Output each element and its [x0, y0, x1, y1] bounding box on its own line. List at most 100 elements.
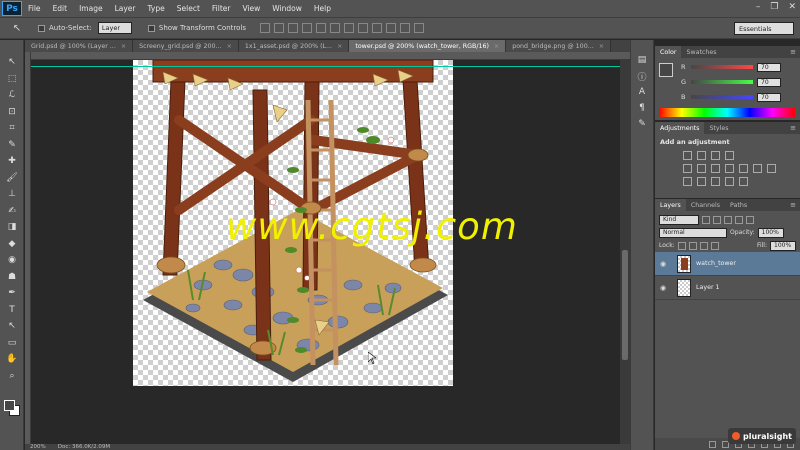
red-slider[interactable] [691, 65, 753, 69]
selective-color-icon[interactable] [725, 177, 734, 186]
menu-filter[interactable]: Filter [206, 4, 237, 13]
guide-line[interactable] [31, 66, 630, 67]
menu-select[interactable]: Select [171, 4, 206, 13]
restore-button[interactable]: ❐ [770, 2, 778, 12]
distribute-bottom-icon[interactable] [371, 23, 382, 33]
align-middle-icon[interactable] [273, 23, 284, 33]
distribute-center-icon[interactable] [399, 23, 410, 33]
fill-field[interactable]: 100% [770, 240, 796, 251]
path-select-tool-icon[interactable]: ↖ [0, 318, 24, 335]
tab-tower[interactable]: tower.psd @ 200% (watch_tower, RGB/16) × [349, 40, 507, 52]
layer-row-layer-1[interactable]: ◉ Layer 1 [655, 276, 800, 300]
lock-all-icon[interactable] [710, 241, 719, 250]
crop-tool-icon[interactable]: ⌗ [0, 120, 24, 137]
panel-menu-icon[interactable]: ≡ [790, 199, 800, 211]
invert-icon[interactable] [683, 177, 692, 186]
menu-window[interactable]: Window [266, 4, 308, 13]
blue-slider[interactable] [691, 95, 753, 99]
panel-menu-icon[interactable]: ≡ [790, 46, 800, 58]
filter-smart-object-icon[interactable] [746, 215, 754, 224]
tab-styles[interactable]: Styles [704, 122, 733, 134]
history-panel-icon[interactable]: ▤ [631, 52, 653, 68]
tab-close-icon[interactable]: × [337, 43, 342, 50]
color-lookup-icon[interactable] [767, 164, 776, 173]
green-slider[interactable] [691, 80, 753, 84]
lasso-tool-icon[interactable]: ℒ [0, 87, 24, 104]
posterize-icon[interactable] [697, 177, 706, 186]
tab-pond-bridge[interactable]: pond_bridge.png @ 100... × [506, 40, 611, 52]
type-tool-icon[interactable]: T [0, 302, 24, 319]
visibility-eye-icon[interactable]: ◉ [655, 284, 671, 292]
eraser-tool-icon[interactable]: ◨ [0, 219, 24, 236]
horizontal-ruler[interactable] [31, 52, 630, 60]
distribute-left-icon[interactable] [385, 23, 396, 33]
lock-position-icon[interactable] [699, 241, 708, 250]
distribute-middle-icon[interactable] [357, 23, 368, 33]
menu-file[interactable]: File [22, 4, 47, 13]
filter-shape-icon[interactable] [735, 215, 743, 224]
exposure-icon[interactable] [725, 151, 734, 160]
visibility-eye-icon[interactable]: ◉ [655, 260, 671, 268]
tab-close-icon[interactable]: × [494, 43, 499, 50]
tab-paths[interactable]: Paths [725, 199, 752, 211]
filter-adjustment-icon[interactable] [713, 215, 721, 224]
move-tool-preset-icon[interactable]: ↖ [4, 20, 30, 36]
marquee-tool-icon[interactable]: ⬚ [0, 71, 24, 88]
brightness-contrast-icon[interactable] [683, 151, 692, 160]
auto-select-checkbox[interactable] [38, 24, 45, 32]
history-brush-tool-icon[interactable]: ✍ [0, 203, 24, 220]
menu-image[interactable]: Image [73, 4, 109, 13]
tab-layers[interactable]: Layers [655, 199, 686, 211]
tab-grid[interactable]: Grid.psd @ 100% (Layer ... × [25, 40, 134, 52]
color-spectrum-bar[interactable] [659, 108, 795, 117]
lock-transparent-icon[interactable] [677, 241, 686, 250]
healing-brush-tool-icon[interactable]: ✚ [0, 153, 24, 170]
align-left-icon[interactable] [301, 23, 312, 33]
lock-image-icon[interactable] [688, 241, 697, 250]
tab-screeny-grid[interactable]: Screeny_grid.psd @ 200... × [133, 40, 239, 52]
eyedropper-tool-icon[interactable]: ✎ [0, 137, 24, 154]
distribute-top-icon[interactable] [343, 23, 354, 33]
character-panel-icon[interactable]: A [631, 84, 653, 100]
gradient-map-icon[interactable] [739, 177, 748, 186]
transform-controls-checkbox[interactable] [147, 24, 155, 32]
clone-stamp-tool-icon[interactable]: ⊥ [0, 186, 24, 203]
gradient-tool-icon[interactable]: ◆ [0, 236, 24, 253]
close-button[interactable]: ✕ [788, 2, 796, 12]
tab-close-icon[interactable]: × [227, 43, 232, 50]
threshold-icon[interactable] [711, 177, 720, 186]
brush-panel-icon[interactable]: ✎ [631, 116, 653, 132]
curves-icon[interactable] [711, 151, 720, 160]
distribute-right-icon[interactable] [413, 23, 424, 33]
zoom-tool-icon[interactable]: ⌕ [0, 368, 24, 385]
vibrance-icon[interactable] [683, 164, 692, 173]
zoom-level[interactable]: 200% [30, 444, 46, 450]
dodge-tool-icon[interactable]: ☗ [0, 269, 24, 286]
blur-tool-icon[interactable]: ◉ [0, 252, 24, 269]
hue-saturation-icon[interactable] [697, 164, 706, 173]
filter-pixel-icon[interactable] [702, 215, 710, 224]
align-bottom-icon[interactable] [287, 23, 298, 33]
info-panel-icon[interactable]: ⓘ [631, 68, 653, 84]
black-white-icon[interactable] [725, 164, 734, 173]
levels-icon[interactable] [697, 151, 706, 160]
red-value-field[interactable]: 70 [757, 62, 781, 72]
quick-select-tool-icon[interactable]: ⊡ [0, 104, 24, 121]
align-right-icon[interactable] [329, 23, 340, 33]
rectangle-tool-icon[interactable]: ▭ [0, 335, 24, 352]
layer-row-watch-tower[interactable]: ◉ watch_tower [655, 252, 800, 276]
link-layers-icon[interactable] [709, 440, 716, 448]
hand-tool-icon[interactable]: ✋ [0, 351, 24, 368]
blend-mode-dropdown[interactable]: Normal [659, 227, 727, 238]
tab-adjustments[interactable]: Adjustments [655, 122, 705, 134]
tab-channels[interactable]: Channels [686, 199, 725, 211]
foreground-color-chip[interactable] [659, 63, 673, 77]
channel-mixer-icon[interactable] [753, 164, 762, 173]
brush-tool-icon[interactable]: 🖌 [0, 170, 24, 187]
filter-type-icon[interactable] [724, 215, 732, 224]
move-tool-icon[interactable]: ↖ [0, 54, 24, 71]
pen-tool-icon[interactable]: ✒ [0, 285, 24, 302]
auto-select-dropdown[interactable]: Layer [97, 22, 132, 34]
color-balance-icon[interactable] [711, 164, 720, 173]
photo-filter-icon[interactable] [739, 164, 748, 173]
